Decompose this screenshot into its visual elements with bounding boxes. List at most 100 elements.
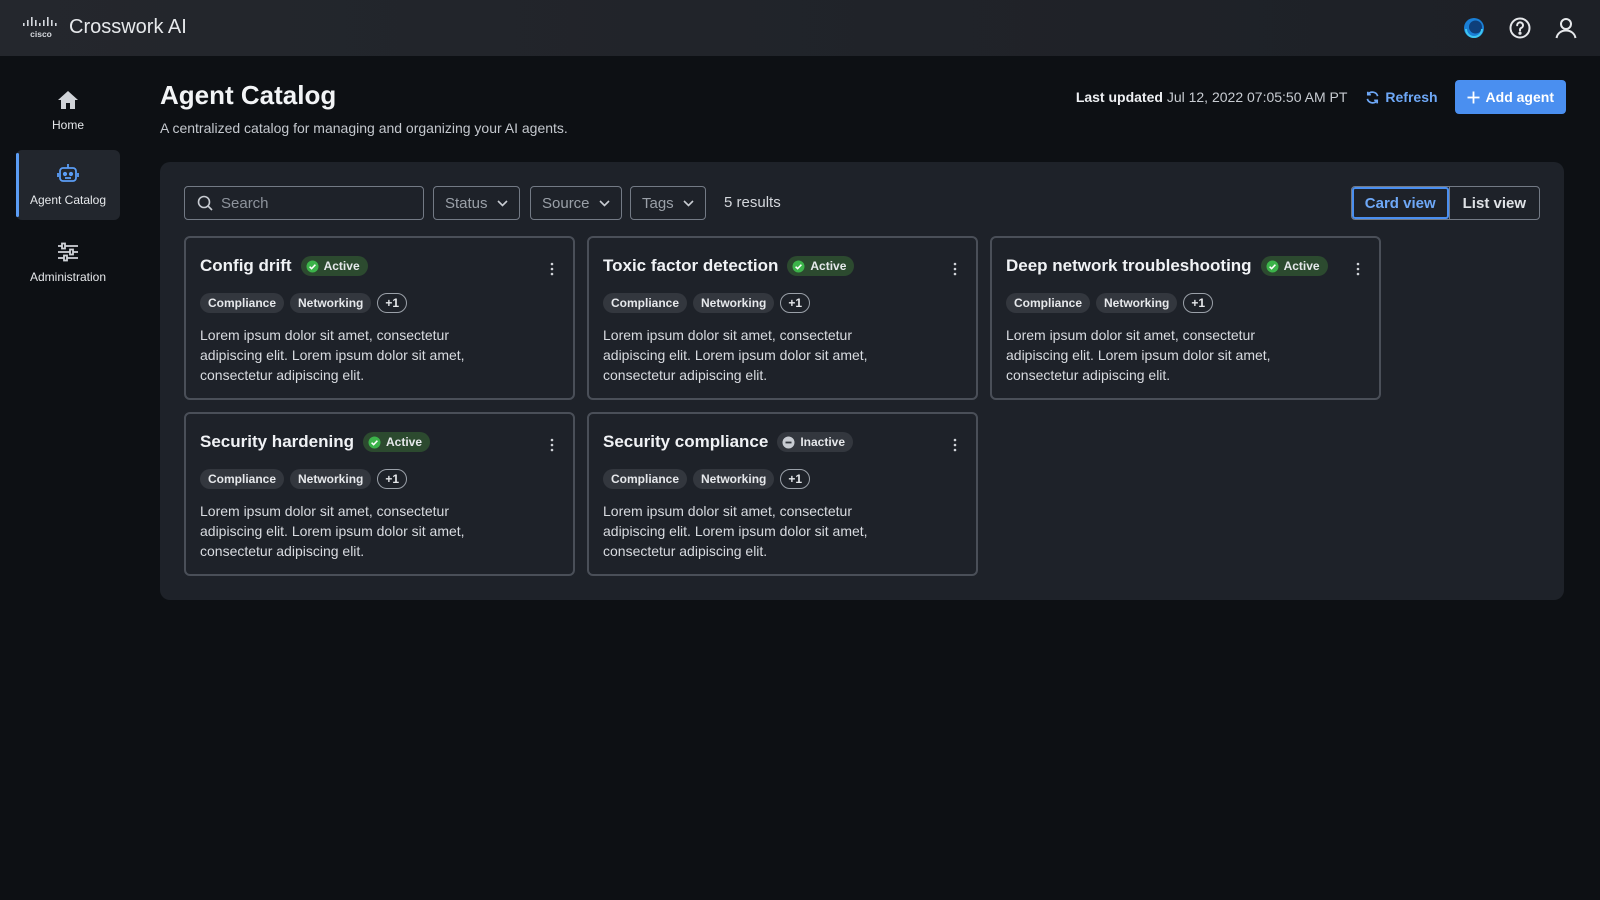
agent-card-title: Security compliance <box>603 432 769 451</box>
status-badge-label: Active <box>385 435 423 449</box>
tag: Compliance <box>200 469 285 489</box>
tag-list: Compliance Networking +1 <box>603 293 811 313</box>
status-badge: Active <box>300 256 368 276</box>
tag-list: Compliance Networking +1 <box>200 293 408 313</box>
agent-card-description: Lorem ipsum dolor sit amet, consectetur … <box>200 327 465 383</box>
more-tags-badge[interactable]: +1 <box>377 469 408 489</box>
status-filter-dropdown[interactable]: Status <box>433 186 520 220</box>
sidebar-item-agent-catalog[interactable]: Agent Catalog <box>16 150 120 220</box>
more-options-icon[interactable] <box>948 438 962 452</box>
sidebar: Home Agent Catalog Administration <box>0 56 136 900</box>
sidebar-item-label: Agent Catalog <box>29 193 107 207</box>
tag: Networking <box>693 293 775 313</box>
check-circle-icon <box>368 436 381 448</box>
agent-card-title: Deep network troubleshooting <box>1006 256 1252 275</box>
status-badge: Active <box>787 256 855 276</box>
status-badge-label: Active <box>810 259 847 273</box>
agent-card-title: Toxic factor detection <box>603 256 779 275</box>
tag: Compliance <box>1006 293 1091 313</box>
app-title: Crosswork AI <box>69 16 187 38</box>
tags-filter-dropdown[interactable]: Tags <box>630 186 706 220</box>
toolbar: Status Source Tags 5 results Card view L… <box>184 186 1540 220</box>
sidebar-item-administration[interactable]: Administration <box>16 228 120 298</box>
list-view-button[interactable]: List view <box>1448 187 1539 219</box>
sidebar-item-label: Administration <box>29 270 107 284</box>
sidebar-item-label: Home <box>51 118 84 132</box>
status-badge-label: Active <box>1283 259 1320 273</box>
top-bar: cisco Crosswork AI <box>0 0 1600 56</box>
status-badge-label: Inactive <box>800 435 846 449</box>
results-count: 5 results <box>724 194 781 211</box>
refresh-button[interactable]: Refresh <box>1365 89 1438 105</box>
more-options-icon[interactable] <box>545 262 559 276</box>
chevron-down-icon <box>598 199 610 207</box>
robot-icon <box>57 164 79 182</box>
status-badge: Active <box>1260 256 1328 276</box>
more-options-icon[interactable] <box>545 438 559 452</box>
plus-icon <box>1467 91 1480 103</box>
agent-card-description: Lorem ipsum dolor sit amet, consectetur … <box>603 327 868 383</box>
last-updated-label: Last updated <box>1075 89 1163 105</box>
card-view-button[interactable]: Card view <box>1352 187 1449 219</box>
status-badge-label: Active <box>323 259 360 273</box>
status-badge: Active <box>362 432 431 452</box>
chevron-down-icon <box>683 199 694 207</box>
more-tags-badge[interactable]: +1 <box>780 293 811 313</box>
more-options-icon[interactable] <box>1351 262 1365 276</box>
tag: Networking <box>693 469 775 489</box>
agent-card[interactable]: Toxic factor detection Active Compliance… <box>587 236 978 400</box>
minus-circle-icon <box>782 436 795 448</box>
tag: Networking <box>290 469 372 489</box>
tag: Compliance <box>603 469 688 489</box>
search-box[interactable] <box>184 186 424 220</box>
status-badge: Inactive <box>777 432 854 452</box>
home-icon <box>58 91 78 109</box>
more-tags-badge[interactable]: +1 <box>1183 293 1214 313</box>
refresh-icon <box>1366 90 1379 104</box>
sliders-icon <box>58 242 78 262</box>
agent-card[interactable]: Config drift Active Compliance Networkin… <box>184 236 575 400</box>
search-input[interactable] <box>221 194 411 212</box>
agent-card[interactable]: Security compliance Inactive Compliance … <box>587 412 978 576</box>
tag-list: Compliance Networking +1 <box>1006 293 1214 313</box>
add-agent-label: Add agent <box>1485 89 1554 105</box>
status-filter-label: Status <box>445 194 488 212</box>
tag: Compliance <box>200 293 285 313</box>
agent-card[interactable]: Deep network troubleshooting Active Comp… <box>990 236 1381 400</box>
page-title: Agent Catalog <box>160 80 337 110</box>
more-tags-badge[interactable]: +1 <box>377 293 408 313</box>
tags-filter-label: Tags <box>642 194 674 212</box>
source-filter-dropdown[interactable]: Source <box>530 186 622 220</box>
tag: Networking <box>290 293 372 313</box>
check-circle-icon <box>792 260 805 272</box>
last-updated: Last updated Jul 12, 2022 07:05:50 AM PT <box>1076 89 1348 105</box>
check-circle-icon <box>1266 260 1279 272</box>
tag: Networking <box>1096 293 1178 313</box>
agent-card-description: Lorem ipsum dolor sit amet, consectetur … <box>603 503 868 559</box>
source-filter-label: Source <box>542 194 590 212</box>
assistant-icon[interactable] <box>1460 14 1488 42</box>
add-agent-button[interactable]: Add agent <box>1454 80 1566 114</box>
svg-text:cisco: cisco <box>30 29 52 39</box>
more-options-icon[interactable] <box>948 262 962 276</box>
agent-card-description: Lorem ipsum dolor sit amet, consectetur … <box>200 503 465 559</box>
sidebar-item-home[interactable]: Home <box>16 76 120 146</box>
tag-list: Compliance Networking +1 <box>200 469 408 489</box>
refresh-label: Refresh <box>1385 89 1438 105</box>
agent-card-description: Lorem ipsum dolor sit amet, consectetur … <box>1006 327 1271 383</box>
agent-card[interactable]: Security hardening Active Compliance Net… <box>184 412 575 576</box>
view-toggle: Card view List view <box>1350 186 1540 220</box>
cisco-logo: cisco <box>23 17 57 39</box>
user-icon[interactable] <box>1552 14 1580 42</box>
page-subtitle: A centralized catalog for managing and o… <box>160 120 568 136</box>
agent-card-title: Security hardening <box>200 432 354 451</box>
agent-card-title: Config drift <box>200 256 292 275</box>
more-tags-badge[interactable]: +1 <box>780 469 811 489</box>
tag: Compliance <box>603 293 688 313</box>
help-icon[interactable] <box>1506 14 1534 42</box>
check-circle-icon <box>306 260 319 272</box>
chevron-down-icon <box>496 199 508 207</box>
catalog-panel: Status Source Tags 5 results Card view L… <box>160 162 1564 600</box>
tag-list: Compliance Networking +1 <box>603 469 811 489</box>
search-icon <box>197 195 213 211</box>
